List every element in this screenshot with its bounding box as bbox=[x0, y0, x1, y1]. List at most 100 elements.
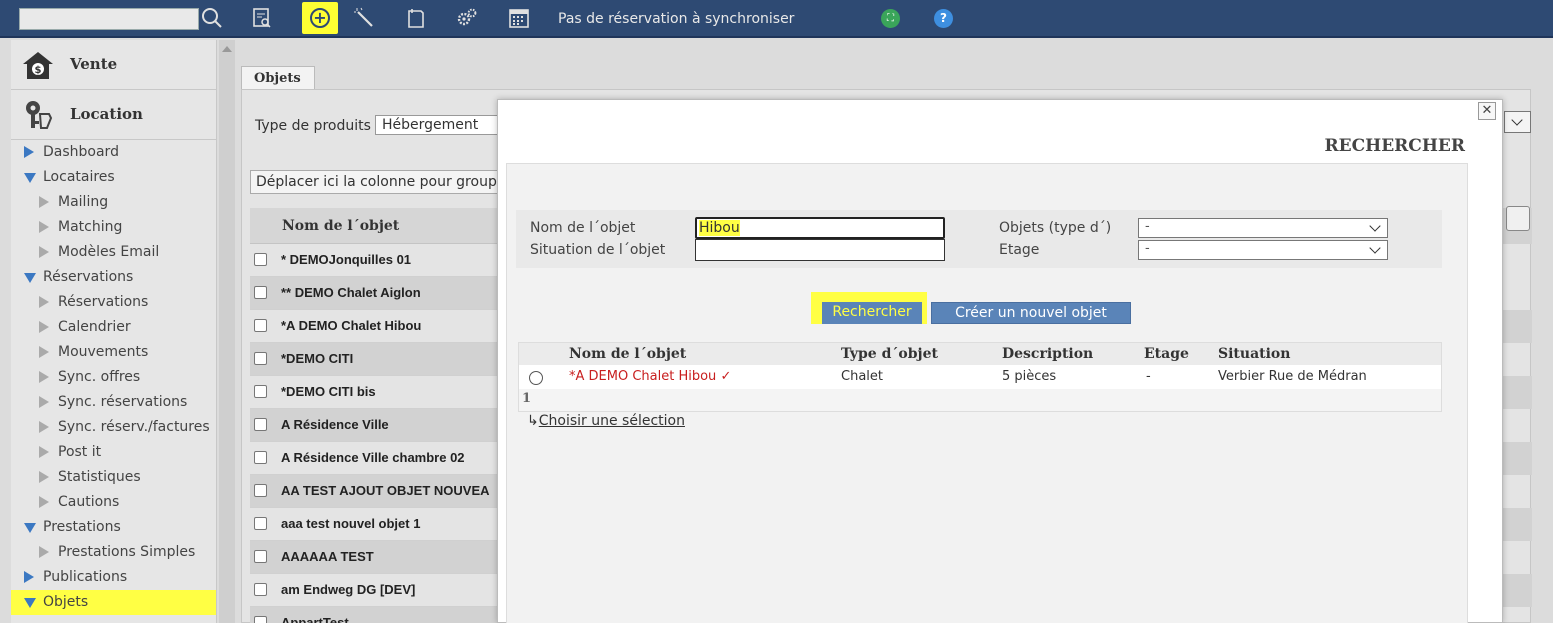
grid-row[interactable]: * DEMOJonquilles 01 bbox=[250, 244, 510, 277]
search-form: Nom de l´objet Hibou Situation de l´obje… bbox=[516, 210, 1442, 268]
gears-icon[interactable] bbox=[455, 6, 479, 30]
row-checkbox[interactable] bbox=[254, 451, 267, 464]
grid-row[interactable]: A Résidence Ville chambre 02 bbox=[250, 442, 510, 475]
tab-objets[interactable]: Objets bbox=[241, 66, 315, 90]
note-icon[interactable] bbox=[404, 6, 428, 30]
top-toolbar: + Pas de réservation à synchroniser ⛶ ? bbox=[0, 0, 1553, 38]
group-by-drop-zone[interactable]: Déplacer ici la colonne pour groupe bbox=[250, 170, 510, 194]
magic-wand-icon[interactable] bbox=[353, 6, 377, 30]
sidebar-item-label: Matching bbox=[58, 219, 123, 235]
row-checkbox[interactable] bbox=[254, 385, 267, 398]
sidebar-item[interactable]: Statistiques bbox=[11, 465, 216, 490]
col-description[interactable]: Description bbox=[1002, 346, 1093, 362]
grid-row[interactable]: *DEMO CITI bbox=[250, 343, 510, 376]
search-icon[interactable] bbox=[200, 6, 224, 30]
triangle-right-icon bbox=[39, 346, 49, 358]
row-checkbox[interactable] bbox=[254, 616, 267, 623]
object-situation-input[interactable] bbox=[695, 239, 945, 261]
sidebar-item[interactable]: Sync. réserv./factures bbox=[11, 415, 216, 440]
row-checkbox[interactable] bbox=[254, 286, 267, 299]
row-checkbox[interactable] bbox=[254, 517, 267, 530]
sidebar-item[interactable]: Prestations Simples bbox=[11, 540, 216, 565]
sidebar-item[interactable]: Sync. offres bbox=[11, 365, 216, 390]
search-dialog: RECHERCHER ✕ Nom de l´objet Hibou Situat… bbox=[497, 99, 1503, 623]
grid-header-name[interactable]: Nom de l´objet bbox=[282, 218, 399, 234]
sidebar-item[interactable]: Prestations bbox=[11, 515, 216, 540]
scroll-up-icon[interactable] bbox=[222, 46, 232, 52]
result-name[interactable]: *A DEMO Chalet Hibou ✓ bbox=[569, 369, 731, 384]
product-type-select[interactable]: Hébergement bbox=[375, 115, 505, 135]
row-checkbox[interactable] bbox=[254, 319, 267, 332]
row-object-name: aaa test nouvel objet 1 bbox=[281, 516, 421, 531]
object-type-select[interactable]: - bbox=[1138, 218, 1388, 238]
object-name-input[interactable]: Hibou bbox=[695, 217, 945, 239]
sidebar-item[interactable]: Publications bbox=[11, 565, 216, 590]
row-checkbox[interactable] bbox=[254, 418, 267, 431]
sync-status-message: Pas de réservation à synchroniser bbox=[558, 11, 795, 27]
sidebar-item[interactable]: Matching bbox=[11, 215, 216, 240]
grid-row[interactable]: ** DEMO Chalet Aiglon bbox=[250, 277, 510, 310]
triangle-right-icon bbox=[39, 546, 49, 558]
sidebar-item[interactable]: Mailing bbox=[11, 190, 216, 215]
grid-row-end bbox=[1502, 376, 1532, 409]
sidebar-item[interactable]: Réservations bbox=[11, 265, 216, 290]
row-checkbox[interactable] bbox=[254, 484, 267, 497]
col-situation[interactable]: Situation bbox=[1218, 346, 1290, 362]
grid-row[interactable]: *A DEMO Chalet Hibou bbox=[250, 310, 510, 343]
grid-row[interactable]: AA TEST AJOUT OBJET NOUVEA bbox=[250, 475, 510, 508]
right-action-button[interactable] bbox=[1506, 206, 1530, 231]
col-object-name[interactable]: Nom de l´objet bbox=[569, 346, 686, 362]
return-arrow-icon: ↳ bbox=[527, 413, 539, 429]
row-object-name: *DEMO CITI bis bbox=[281, 384, 376, 399]
house-money-icon: $ bbox=[23, 52, 53, 79]
choose-selection-link[interactable]: ↳Choisir une sélection bbox=[527, 413, 685, 429]
triangle-right-icon bbox=[39, 196, 49, 208]
results-header: Nom de l´objet Type d´objet Description … bbox=[519, 343, 1441, 365]
col-etage[interactable]: Etage bbox=[1144, 346, 1189, 362]
right-dropdown[interactable] bbox=[1504, 111, 1531, 133]
etage-select[interactable]: - bbox=[1138, 240, 1388, 260]
row-checkbox[interactable] bbox=[254, 583, 267, 596]
add-circle-icon[interactable]: + bbox=[302, 2, 338, 34]
row-checkbox[interactable] bbox=[254, 550, 267, 563]
result-row[interactable]: *A DEMO Chalet Hibou ✓ Chalet 5 pièces -… bbox=[519, 365, 1441, 389]
grid-row[interactable]: AppartTest bbox=[250, 607, 510, 623]
etage-label: Etage bbox=[999, 242, 1040, 258]
sidebar-item[interactable]: Cautions bbox=[11, 490, 216, 515]
grid-row[interactable]: am Endweg DG [DEV] bbox=[250, 574, 510, 607]
global-search-input[interactable] bbox=[19, 8, 199, 30]
sidebar-item[interactable]: Dashboard bbox=[11, 140, 216, 165]
grid-row[interactable]: A Résidence Ville bbox=[250, 409, 510, 442]
grid-row[interactable]: aaa test nouvel objet 1 bbox=[250, 508, 510, 541]
calendar-icon[interactable] bbox=[507, 6, 531, 30]
col-object-type[interactable]: Type d´objet bbox=[841, 346, 938, 362]
report-icon[interactable] bbox=[250, 6, 274, 30]
fullscreen-icon[interactable]: ⛶ bbox=[881, 9, 900, 28]
grid-row[interactable]: AAAAAA TEST bbox=[250, 541, 510, 574]
grid-row-end bbox=[1502, 508, 1532, 541]
sidebar-item[interactable]: Calendrier bbox=[11, 315, 216, 340]
row-checkbox[interactable] bbox=[254, 253, 267, 266]
row-object-name: ** DEMO Chalet Aiglon bbox=[281, 285, 421, 300]
svg-text:$: $ bbox=[35, 65, 42, 76]
help-icon[interactable]: ? bbox=[934, 9, 953, 28]
sidebar-item[interactable]: Locataires bbox=[11, 165, 216, 190]
page-number[interactable]: 1 bbox=[522, 391, 531, 406]
grid-row-end bbox=[1502, 442, 1532, 475]
result-radio[interactable] bbox=[529, 371, 543, 385]
sidebar-section-location[interactable]: Location bbox=[11, 90, 216, 140]
sidebar-item[interactable]: Objets bbox=[11, 590, 216, 615]
create-object-button[interactable]: Créer un nouvel objet bbox=[931, 302, 1131, 324]
sidebar-item-label: Prestations Simples bbox=[58, 544, 196, 560]
sidebar-item[interactable]: Réservations bbox=[11, 290, 216, 315]
sidebar-item[interactable]: Post it bbox=[11, 440, 216, 465]
row-checkbox[interactable] bbox=[254, 352, 267, 365]
sidebar-item[interactable]: Mouvements bbox=[11, 340, 216, 365]
sidebar-scrollbar[interactable] bbox=[219, 40, 235, 623]
grid-row[interactable]: *DEMO CITI bis bbox=[250, 376, 510, 409]
close-icon[interactable]: ✕ bbox=[1478, 102, 1496, 120]
sidebar-section-vente[interactable]: $ Vente bbox=[11, 40, 216, 90]
sidebar-item[interactable]: Modèles Email bbox=[11, 240, 216, 265]
sidebar-item[interactable]: Sync. réservations bbox=[11, 390, 216, 415]
search-button[interactable]: Rechercher bbox=[822, 302, 922, 324]
